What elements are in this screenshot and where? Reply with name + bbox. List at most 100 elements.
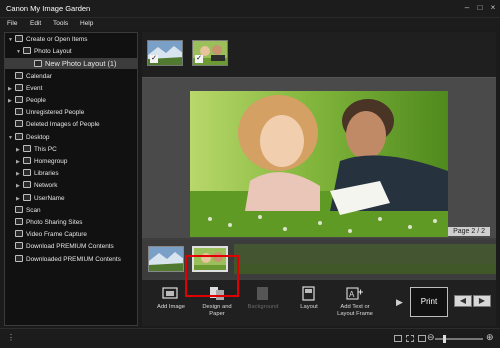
- menu-edit[interactable]: Edit: [30, 20, 41, 27]
- add-text-label-line2: Layout Frame: [337, 310, 373, 317]
- background-icon: [257, 287, 268, 300]
- zoom-slider[interactable]: [435, 335, 483, 343]
- sidebar-item-label: Photo Sharing Sites: [26, 219, 83, 226]
- add-text-frame-icon: A: [346, 287, 363, 300]
- sidebar-item-label: Calendar: [26, 72, 52, 80]
- background-button[interactable]: Background: [240, 286, 286, 324]
- sidebar-item[interactable]: ▶ Event: [5, 83, 137, 94]
- fit-view-icon[interactable]: [406, 335, 414, 342]
- sidebar-item-label: Homegroup: [34, 158, 68, 165]
- title-bar: Canon My Image Garden – □ ×: [0, 0, 500, 18]
- sidebar-item-label: Event: [26, 84, 43, 92]
- sharing-sites-icon: [15, 218, 23, 225]
- menu-tools[interactable]: Tools: [53, 20, 68, 27]
- sidebar-item[interactable]: Calendar: [5, 71, 137, 82]
- sidebar-item[interactable]: ▼ Photo Layout: [5, 46, 137, 57]
- tree-arrow-icon[interactable]: ▶: [16, 169, 23, 180]
- desktop-icon: [15, 132, 23, 140]
- sidebar-item[interactable]: ▶ People: [5, 95, 137, 106]
- zoom-out-icon[interactable]: ⊖: [427, 332, 435, 343]
- sidebar-item[interactable]: Photo Sharing Sites: [5, 217, 137, 228]
- sidebar-item-label: Libraries: [34, 170, 59, 178]
- tree-arrow-icon[interactable]: ▶: [8, 96, 15, 107]
- menu-file[interactable]: File: [7, 20, 17, 27]
- create-items-icon: [15, 35, 23, 42]
- photo-layout-icon: [23, 47, 31, 55]
- sidebar-item[interactable]: Deleted Images of People: [5, 119, 137, 130]
- sidebar-item[interactable]: ▶ This PC: [5, 144, 137, 155]
- sidebar-item-label: Deleted Images of People: [26, 121, 100, 129]
- image-thumbnail[interactable]: ✓: [192, 40, 228, 66]
- close-icon[interactable]: ×: [488, 3, 498, 13]
- full-view-icon[interactable]: [418, 335, 426, 342]
- tree-arrow-icon[interactable]: ▼: [8, 133, 15, 144]
- landscape-page-image: [149, 247, 183, 271]
- video-capture-icon: [15, 230, 23, 238]
- tree-arrow-icon[interactable]: ▶: [16, 181, 23, 192]
- sidebar-item[interactable]: Download PREMIUM Contents: [5, 241, 137, 252]
- sidebar-item[interactable]: ▶ UserName: [5, 193, 137, 204]
- sidebar-item[interactable]: ▼ Create or Open Items: [5, 34, 137, 45]
- sidebar-toggle-icon[interactable]: ⋮: [7, 333, 15, 342]
- sidebar-item-label: Video Frame Capture: [26, 231, 87, 239]
- scan-icon: [15, 205, 23, 213]
- checkbox-icon[interactable]: ✓: [150, 55, 158, 63]
- sidebar-item[interactable]: ▶ Homegroup: [5, 156, 137, 167]
- add-image-label: Add Image: [156, 304, 186, 310]
- sidebar-item[interactable]: Video Frame Capture: [5, 229, 137, 240]
- zoom-in-icon[interactable]: ⊕: [486, 332, 494, 343]
- sidebar-item-label: Scan: [26, 206, 41, 214]
- next-page-button[interactable]: ▶: [473, 295, 491, 307]
- minimize-icon[interactable]: –: [462, 3, 472, 13]
- tree-arrow-icon[interactable]: ▶: [16, 194, 23, 205]
- sidebar-item-label: UserName: [34, 194, 65, 202]
- add-image-icon: [162, 287, 178, 299]
- maximize-icon[interactable]: □: [475, 3, 485, 13]
- zoom-slider-knob[interactable]: [443, 335, 446, 343]
- layout-photo[interactable]: [190, 91, 448, 237]
- unregistered-people-icon: [15, 108, 23, 116]
- tree-arrow-icon[interactable]: ▼: [8, 35, 15, 46]
- network-icon: [23, 181, 31, 189]
- sidebar-item-label: Network: [34, 182, 58, 190]
- tree-arrow-icon[interactable]: ▶: [16, 145, 23, 156]
- pc-icon: [23, 144, 31, 152]
- sidebar-item[interactable]: ▶ Libraries: [5, 168, 137, 179]
- tree-arrow-icon[interactable]: ▼: [16, 47, 23, 58]
- sidebar-item[interactable]: ▶ Network: [5, 180, 137, 191]
- layout-icon: [302, 286, 315, 301]
- add-text-or-layout-frame-button[interactable]: A Add Text or Layout Frame: [332, 286, 378, 324]
- tree-arrow-icon[interactable]: ▶: [16, 157, 23, 168]
- checkbox-icon[interactable]: ✓: [195, 55, 203, 63]
- layout-button[interactable]: Layout: [286, 286, 332, 324]
- download-icon: [15, 242, 23, 250]
- menu-bar: File Edit Tools Help: [0, 18, 500, 30]
- tree-arrow-icon[interactable]: ▶: [8, 84, 15, 95]
- svg-text:A: A: [349, 290, 355, 299]
- user-folder-icon: [23, 193, 31, 201]
- view-mode-icon[interactable]: [394, 335, 402, 342]
- sidebar-item-label: People: [26, 97, 46, 104]
- image-thumbnail[interactable]: ✓: [147, 40, 183, 66]
- layout-label: Layout: [300, 304, 318, 310]
- print-button[interactable]: Print: [410, 287, 448, 317]
- sidebar-item-label: Photo Layout: [34, 48, 72, 56]
- previous-page-button[interactable]: ◀: [454, 295, 472, 307]
- sidebar-item[interactable]: ▼ Desktop: [5, 132, 137, 143]
- sidebar-item-label: Download PREMIUM Contents: [26, 243, 114, 251]
- sidebar-item[interactable]: Downloaded PREMIUM Contents: [5, 254, 137, 265]
- layout-canvas: Page 2 / 2: [142, 78, 496, 238]
- sidebar-item[interactable]: Scan: [5, 205, 137, 216]
- sidebar-item[interactable]: Unregistered People: [5, 107, 137, 118]
- sidebar-item[interactable]: New Photo Layout (1): [5, 58, 137, 70]
- people-icon: [15, 96, 23, 103]
- sidebar-item-label: Create or Open Items: [26, 36, 88, 43]
- sidebar-item-label: New Photo Layout (1): [45, 59, 117, 69]
- design-paper-label-line2: Paper: [209, 310, 225, 317]
- menu-help[interactable]: Help: [80, 20, 93, 27]
- page-thumbnail[interactable]: [148, 246, 184, 272]
- sidebar-item-label: Unregistered People: [26, 109, 85, 117]
- sidebar-item-label: Desktop: [26, 133, 50, 141]
- chevron-right-icon[interactable]: ▶: [396, 297, 403, 308]
- calendar-icon: [15, 71, 23, 79]
